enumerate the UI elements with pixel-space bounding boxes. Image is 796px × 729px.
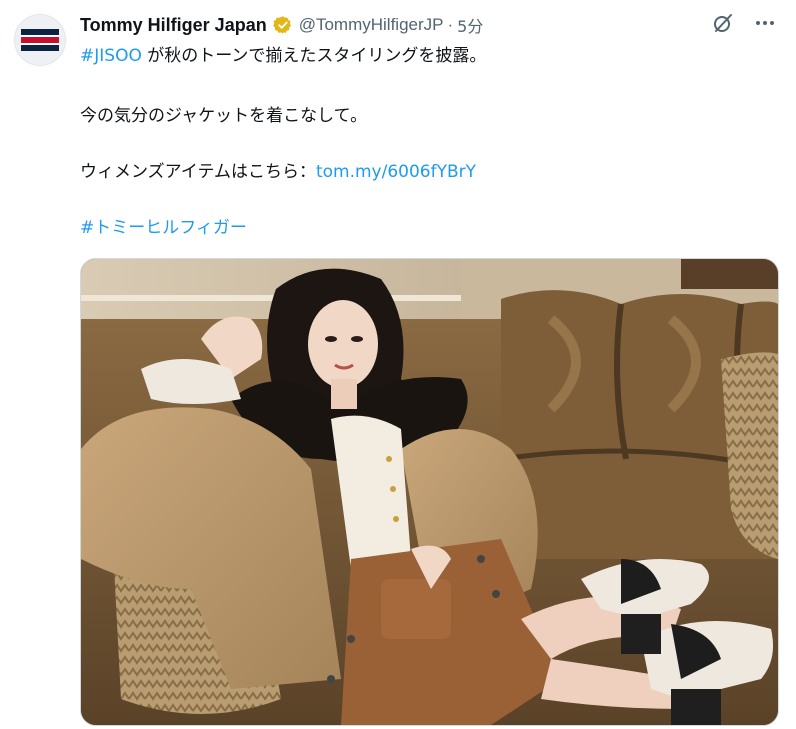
more-dots-icon	[756, 21, 774, 25]
tweet-line-4: #トミーヒルフィガー	[80, 216, 247, 240]
header-separator: ·	[447, 15, 454, 34]
tweet-line-3: ウィメンズアイテムはこちら：tom.my/6006fYBrY	[80, 160, 476, 184]
line-3-text: ウィメンズアイテムはこちら：	[80, 162, 316, 182]
author-name[interactable]: Tommy Hilfiger Japan	[80, 15, 267, 36]
tweet-timestamp[interactable]: 5分	[457, 13, 483, 37]
avatar[interactable]	[14, 14, 66, 66]
hashtag-jisoo[interactable]: #JISOO	[80, 46, 142, 66]
hashtag-tommy[interactable]: #トミーヒルフィガー	[80, 218, 247, 238]
more-button[interactable]	[752, 10, 778, 36]
tweet-line-1: #JISOO が秋のトーンで揃えたスタイリングを披露。	[80, 44, 486, 68]
line-2-text: 今の気分のジャケットを着こなして。	[80, 106, 368, 126]
tweet[interactable]: Tommy Hilfiger Japan @TommyHilfigerJP · …	[0, 0, 796, 729]
author-handle[interactable]: @TommyHilfigerJP	[299, 15, 444, 35]
tweet-actions	[710, 10, 778, 36]
grok-icon	[714, 14, 732, 32]
tweet-header: Tommy Hilfiger Japan @TommyHilfigerJP · …	[80, 10, 483, 40]
tommy-hilfiger-flag-logo	[21, 29, 59, 51]
grok-button[interactable]	[710, 10, 736, 36]
line-1-text: が秋のトーンで揃えたスタイリングを披露。	[141, 46, 487, 66]
tweet-line-2: 今の気分のジャケットを着こなして。	[80, 104, 367, 128]
tweet-photo[interactable]	[80, 258, 779, 726]
verified-icon	[272, 16, 291, 34]
women-items-link[interactable]: tom.my/6006fYBrY	[316, 162, 476, 182]
photo-illustration	[81, 259, 778, 725]
